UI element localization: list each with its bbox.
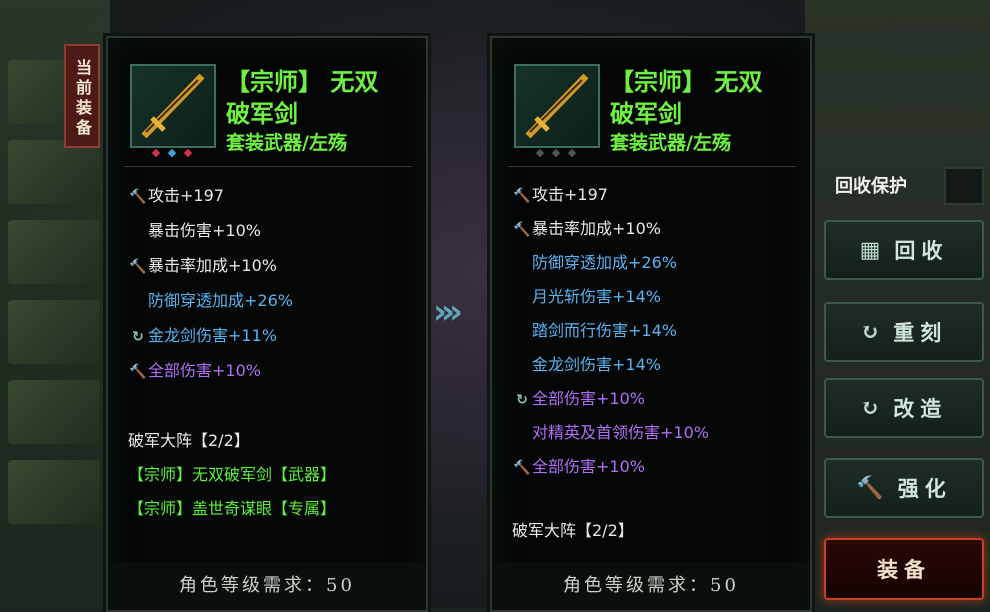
refresh-icon: ↻ [860,395,880,421]
item-title: 【宗师】 无双 破军剑 套装武器/左殇 [226,66,426,156]
refresh-icon: ↻ [516,392,528,408]
hammer-icon: 🔨 [129,259,147,275]
refresh-icon: ↻ [860,319,880,345]
recycle-protect-label: 回收保护 [835,176,907,197]
inventory-slot[interactable] [8,220,100,284]
gem-slots: ◆ ◆ ◆ [514,146,600,159]
item-subtitle: 套装武器/左殇 [610,132,731,154]
gem-icon: ◆ [167,146,179,159]
equip-button[interactable]: 装备 [824,538,984,600]
set-item: 【宗师】盖世奇谋眼【专属】 [128,499,337,518]
stat-row: 金龙剑伤害+14% [532,355,661,374]
stat-row: 防御穿透加成+26% [148,291,293,310]
gem-icon: ◆ [183,146,195,159]
compare-arrow-icon: »» [433,292,463,332]
inventory-slot[interactable] [8,300,100,364]
level-requirement: 角色等级需求：50 [108,562,426,610]
divider [124,166,412,167]
stat-list: 🔨攻击+197 暴击伤害+10% 🔨暴击率加成+10% 防御穿透加成+26% ↻… [128,178,416,526]
gem-slots: ◆ ◆ ◆ [130,146,216,159]
current-equipment-tag: 当前装备 [64,44,100,148]
item-subtitle: 套装武器/左殇 [226,132,347,154]
stat-list: 🔨攻击+197 🔨暴击率加成+10% 防御穿透加成+26% 月光斩伤害+14% … [512,178,800,548]
item-title-line1: 【宗师】 无双 [610,67,763,96]
stat-row: 踏剑而行伤害+14% [532,321,677,340]
reforge-button[interactable]: ↻ 重刻 [824,302,984,362]
item-title: 【宗师】 无双 破军剑 套装武器/左殇 [610,66,810,156]
inventory-slot[interactable] [8,140,100,204]
set-name: 破军大阵【2/2】 [128,431,250,450]
hammer-icon: 🔨 [513,188,531,204]
gem-icon: ◆ [151,146,163,159]
gem-icon: ◆ [551,146,563,159]
hammer-icon: 🔨 [129,364,147,380]
hammer-icon: 🔨 [129,189,147,205]
inventory-slot[interactable] [8,380,100,444]
stat-row: ↻ 金龙剑伤害+11% [128,318,416,353]
recycle-icon: ▦ [859,237,881,263]
inventory-slot[interactable] [8,460,100,524]
stat-row: 🔨攻击+197 [512,178,800,212]
stat-row: 🔨全部伤害+10% [512,450,800,484]
enhance-button[interactable]: 🔨 强化 [824,458,984,518]
hammer-icon: 🔨 [513,222,531,238]
recycle-button[interactable]: ▦ 回收 [824,220,984,280]
stat-row: 🔨暴击率加成+10% [128,248,416,283]
hammer-icon: 🔨 [513,460,531,476]
divider [508,166,796,167]
stat-row: 对精英及首领伤害+10% [532,423,709,442]
set-item: 【宗师】无双破军剑【武器】 [128,465,337,484]
item-title-line2: 破军剑 [610,99,682,128]
stat-row: ↻ 全部伤害+10% [512,382,800,416]
hammer-icon: 🔨 [856,475,884,501]
set-name: 破军大阵【2/2】 [512,521,634,540]
stat-row: 🔨全部伤害+10% [128,353,416,388]
gem-icon: ◆ [567,146,579,159]
gem-icon: ◆ [535,146,547,159]
sword-icon [514,64,600,148]
stat-row: 月光斩伤害+14% [532,287,661,306]
refresh-icon: ↻ [132,329,144,345]
recycle-protect-checkbox[interactable] [944,167,984,205]
stat-row: 🔨暴击率加成+10% [512,212,800,246]
sword-icon [130,64,216,148]
modify-button[interactable]: ↻ 改造 [824,378,984,438]
item-title-line1: 【宗师】 无双 [226,67,379,96]
stat-row: 暴击伤害+10% [148,221,261,240]
compare-item-panel: ◆ ◆ ◆ 【宗师】 无双 破军剑 套装武器/左殇 🔨攻击+197 🔨暴击率加成… [490,36,812,612]
stat-row: 🔨攻击+197 [128,178,416,213]
level-requirement: 角色等级需求：50 [492,562,810,610]
stat-row: 防御穿透加成+26% [532,253,677,272]
current-item-panel: ◆ ◆ ◆ 【宗师】 无双 破军剑 套装武器/左殇 🔨攻击+197 暴击伤害+1… [106,36,428,612]
item-title-line2: 破军剑 [226,99,298,128]
